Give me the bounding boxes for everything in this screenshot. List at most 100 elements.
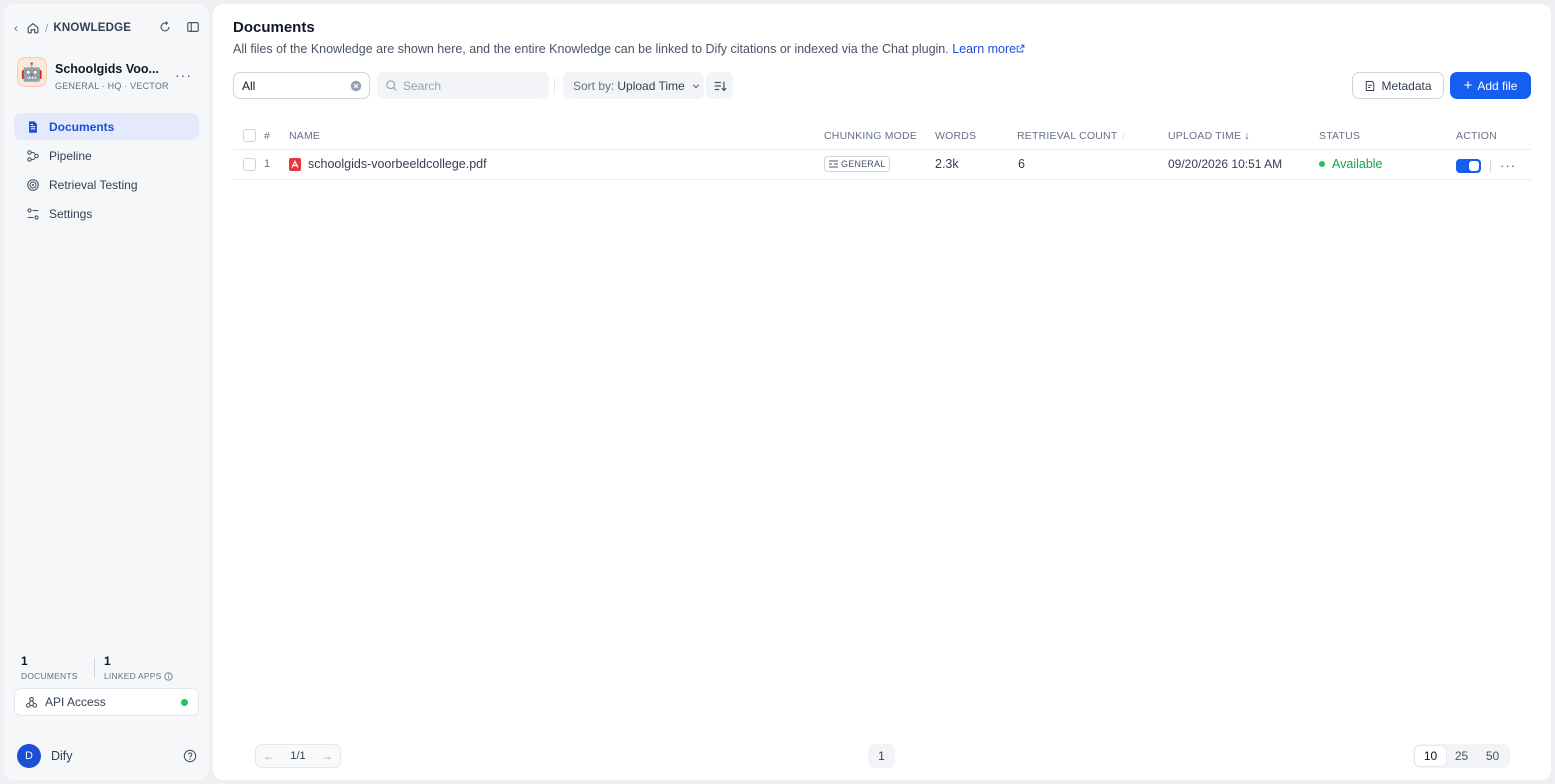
sidebar-item-label: Pipeline: [49, 148, 92, 163]
user-profile[interactable]: D Dify: [17, 744, 197, 768]
plus-icon: +: [1463, 77, 1473, 94]
sort-select[interactable]: Sort by: Upload Time: [563, 72, 704, 99]
header-index: #: [264, 130, 271, 142]
table-row[interactable]: 1 schoolgids-voorbeeldcollege.pdf GENERA…: [233, 150, 1531, 180]
select-all-checkbox[interactable]: [243, 129, 256, 142]
api-access-button[interactable]: API Access: [14, 688, 199, 716]
page-number-button[interactable]: 1: [868, 744, 895, 768]
header-upload-time[interactable]: UPLOAD TIME ↓: [1168, 130, 1250, 142]
sort-direction-button[interactable]: [706, 72, 733, 99]
status-dot: [1319, 161, 1325, 167]
enable-toggle[interactable]: [1456, 158, 1481, 173]
page-size-10[interactable]: 10: [1415, 746, 1446, 766]
chunking-mode-cell: GENERAL: [824, 156, 891, 172]
help-icon[interactable]: [183, 749, 197, 763]
documents-table: # NAME CHUNKING MODE WORDS RETRIEVAL COU…: [233, 122, 1531, 180]
status-badge: Available: [1319, 157, 1383, 171]
arrow-left-icon[interactable]: ←: [261, 749, 277, 763]
refresh-icon[interactable]: [158, 20, 172, 34]
more-options-icon[interactable]: ···: [1500, 158, 1516, 173]
add-file-label: Add file: [1477, 78, 1518, 93]
row-index: 1: [264, 158, 271, 170]
user-name: Dify: [51, 749, 73, 763]
document-toolbar: All Search Sort by: Upload Time Metadata…: [233, 72, 1531, 100]
search-input[interactable]: Search: [377, 72, 549, 99]
status-filter-select[interactable]: All: [233, 72, 370, 99]
row-checkbox[interactable]: [243, 158, 256, 171]
api-access-label: API Access: [45, 695, 106, 709]
main-panel: Documents All files of the Knowledge are…: [213, 4, 1551, 780]
clear-icon[interactable]: [350, 80, 362, 92]
more-options-icon[interactable]: ···: [175, 67, 192, 83]
page-size-25[interactable]: 25: [1446, 746, 1477, 766]
breadcrumb-knowledge-link[interactable]: KNOWLEDGE: [53, 22, 131, 34]
search-placeholder: Search: [403, 78, 442, 93]
chevron-down-icon: [692, 83, 699, 88]
info-icon[interactable]: [164, 671, 174, 681]
pdf-file-icon: [289, 157, 301, 171]
documents-label: DOCUMENTS: [21, 671, 78, 681]
page-indicator: 1/1: [290, 750, 306, 762]
metadata-button[interactable]: Metadata: [1352, 72, 1444, 99]
linked-apps-label: LINKED APPS: [104, 671, 162, 681]
knowledge-name: Schoolgids Voo...: [55, 62, 159, 76]
action-divider: [1490, 159, 1491, 172]
stats-divider: [94, 658, 95, 678]
words-cell: 2.3k: [935, 157, 959, 171]
sort-prefix: Sort by:: [573, 78, 615, 93]
avatar: D: [17, 744, 41, 768]
metadata-label: Metadata: [1381, 78, 1432, 93]
sidebar-item-pipeline[interactable]: Pipeline: [14, 142, 199, 169]
api-status-indicator: [181, 699, 188, 706]
document-icon: [29, 120, 37, 133]
arrow-down-icon: ↓: [1244, 130, 1250, 142]
header-chunking-mode: CHUNKING MODE: [824, 130, 918, 142]
document-name-cell[interactable]: schoolgids-voorbeeldcollege.pdf: [289, 157, 487, 171]
sidebar-item-documents[interactable]: Documents: [14, 113, 199, 140]
document-name: schoolgids-voorbeeldcollege.pdf: [308, 157, 487, 171]
sidebar-item-settings[interactable]: Settings: [14, 201, 199, 228]
add-file-button[interactable]: + Add file: [1450, 72, 1531, 99]
pipeline-icon: [27, 150, 39, 162]
sidebar: ‹ / KNOWLEDGE 🤖 Schoolgids Voo... GENERA…: [4, 4, 209, 780]
learn-more-link[interactable]: Learn more: [952, 42, 1025, 56]
documents-count: 1: [21, 654, 28, 668]
sidebar-nav: Documents Pipeline Retrieval Testing Set…: [14, 113, 199, 230]
external-link-icon: [1016, 44, 1025, 53]
pagination-prev-next: ← 1/1 →: [255, 744, 341, 768]
status-text: Available: [1332, 157, 1383, 171]
knowledge-stats: 1 DOCUMENTS 1 LINKED APPS: [21, 654, 201, 682]
target-icon: [27, 179, 39, 191]
header-retrieval-count[interactable]: RETRIEVAL COUNT ↓: [1017, 130, 1126, 142]
chevron-left-icon[interactable]: ‹: [14, 21, 24, 35]
general-chunk-icon: [829, 160, 838, 168]
sidebar-item-label: Settings: [49, 207, 93, 222]
status-filter-value: All: [242, 78, 256, 93]
knowledge-meta: GENERAL · HQ · VECTOR: [55, 81, 169, 91]
page-description: All files of the Knowledge are shown her…: [233, 42, 1025, 56]
sort-descending-icon: [714, 81, 727, 91]
table-header: # NAME CHUNKING MODE WORDS RETRIEVAL COU…: [233, 122, 1531, 150]
collapse-sidebar-icon[interactable]: [186, 20, 200, 34]
sidebar-item-retrieval-testing[interactable]: Retrieval Testing: [14, 172, 199, 199]
documents-stat: 1 DOCUMENTS: [21, 654, 78, 681]
metadata-icon: [1366, 80, 1375, 91]
toolbar-divider: [554, 78, 555, 94]
sort-value: Upload Time: [617, 78, 685, 93]
search-icon: [386, 80, 397, 91]
linked-apps-count: 1: [104, 654, 111, 668]
arrow-right-icon[interactable]: →: [319, 749, 335, 763]
settings-icon: [27, 208, 39, 220]
home-icon[interactable]: [26, 21, 40, 35]
linked-apps-stat[interactable]: 1 LINKED APPS: [104, 654, 174, 681]
header-status: STATUS: [1319, 130, 1361, 142]
description-text: All files of the Knowledge are shown her…: [233, 42, 949, 56]
header-name: NAME: [289, 130, 321, 142]
arrow-down-icon: ↓: [1120, 130, 1126, 142]
page-size-50[interactable]: 50: [1477, 746, 1508, 766]
page-title: Documents: [233, 19, 315, 36]
page-size-selector: 10 25 50: [1413, 744, 1510, 768]
action-cell: ···: [1456, 158, 1516, 173]
sidebar-item-label: Documents: [49, 119, 115, 134]
retrieval-count-cell: 6: [1018, 157, 1025, 171]
